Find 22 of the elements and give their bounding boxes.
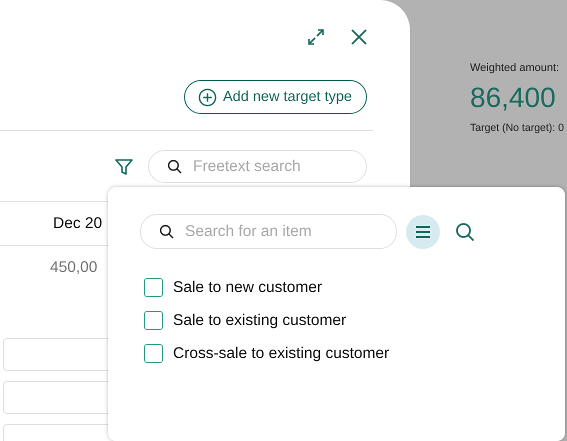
option-label[interactable]: Cross-sale to existing customer [173, 344, 390, 362]
column-header: Dec 20 [53, 214, 102, 232]
expand-icon[interactable] [306, 27, 326, 47]
add-target-type-button[interactable]: Add new target type [184, 80, 367, 114]
summary-label: Weighted amount: [470, 62, 560, 74]
search-field[interactable]: Search for an item [140, 214, 397, 249]
table-cell: 450,00 [50, 259, 98, 277]
weighted-amount: 86,400 [470, 82, 556, 114]
list-view-button[interactable] [406, 214, 440, 248]
filter-icon[interactable] [114, 156, 134, 176]
target-text: Target (No target): 0 [470, 122, 564, 134]
search-icon[interactable] [455, 222, 475, 242]
search-field[interactable]: Freetext search [148, 150, 367, 183]
checkbox[interactable] [144, 311, 163, 330]
plus-icon [198, 88, 218, 106]
checkbox[interactable] [144, 344, 163, 363]
close-icon[interactable] [349, 27, 369, 47]
search-icon [167, 158, 183, 174]
checkbox[interactable] [144, 278, 163, 297]
search-icon [159, 224, 175, 240]
option-label[interactable]: Sale to existing customer [173, 312, 346, 330]
option-label[interactable]: Sale to new customer [173, 278, 322, 296]
